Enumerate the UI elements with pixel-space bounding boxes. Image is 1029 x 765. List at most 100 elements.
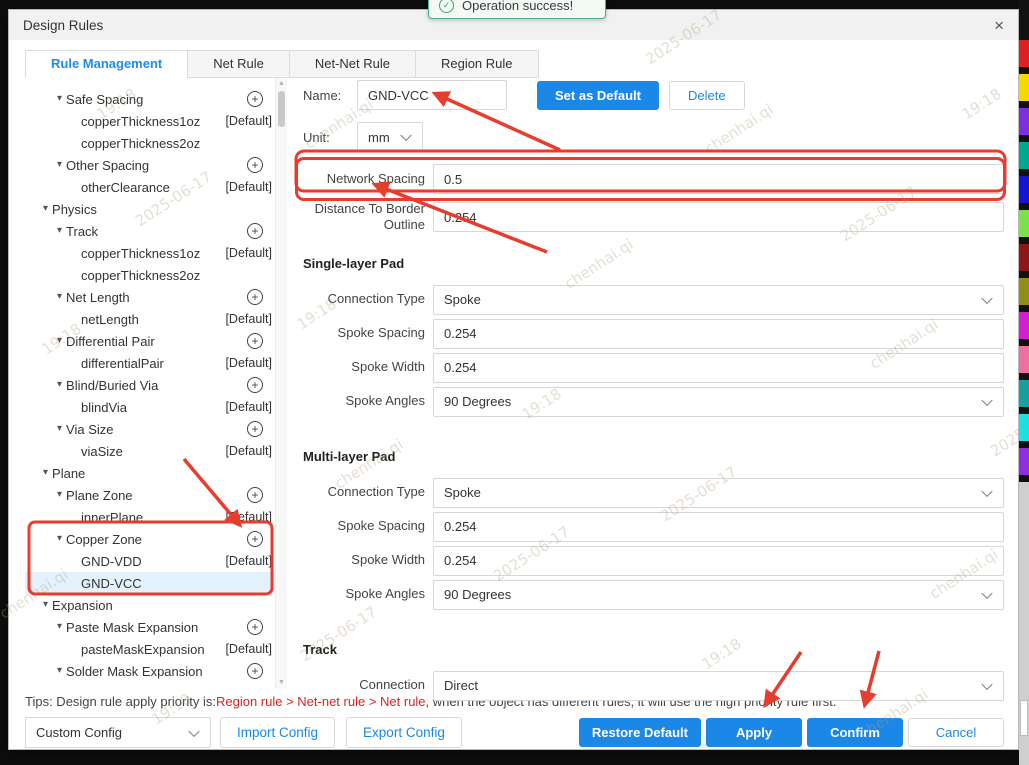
add-icon[interactable] bbox=[247, 377, 263, 393]
spoke-angles-select[interactable]: 90 Degrees bbox=[433, 387, 1004, 417]
tree-item-track[interactable]: Track bbox=[25, 220, 275, 242]
expand-caret-icon[interactable] bbox=[57, 226, 62, 236]
expand-caret-icon[interactable] bbox=[57, 666, 62, 676]
add-icon[interactable] bbox=[247, 91, 263, 107]
spoke-spacing-input[interactable] bbox=[433, 319, 1004, 349]
add-icon[interactable] bbox=[247, 333, 263, 349]
default-badge: [Default] bbox=[225, 180, 273, 194]
tree-item-other-spacing[interactable]: Other Spacing bbox=[25, 154, 275, 176]
tree-item-physics[interactable]: Physics bbox=[25, 198, 275, 220]
config-select[interactable]: Custom Config bbox=[25, 717, 211, 748]
layer-color-swatch bbox=[1019, 414, 1029, 441]
tree-item-innerplane[interactable]: innerPlane[Default] bbox=[25, 506, 275, 528]
layer-color-swatch bbox=[1019, 176, 1029, 203]
check-circle-icon: ✓ bbox=[439, 0, 454, 13]
spoke-width-label: Spoke Width bbox=[303, 359, 425, 375]
expand-caret-icon[interactable] bbox=[43, 204, 48, 214]
expand-caret-icon[interactable] bbox=[43, 600, 48, 610]
form-row: Connection TypeSpoke bbox=[303, 285, 1004, 315]
connection-type-select[interactable]: Spoke bbox=[433, 478, 1004, 508]
tree-item-copperthickness1oz[interactable]: copperThickness1oz[Default] bbox=[25, 110, 275, 132]
distance-to-border-input[interactable] bbox=[433, 202, 1004, 232]
scroll-up-icon[interactable]: ▲ bbox=[276, 80, 287, 87]
tree-item-gnd-vdd[interactable]: GND-VDD[Default] bbox=[25, 550, 275, 572]
tree-item-copper-zone[interactable]: Copper Zone bbox=[25, 528, 275, 550]
select-value: 90 Degrees bbox=[444, 394, 511, 409]
select-value: mm bbox=[368, 130, 390, 145]
tree-item-netlength[interactable]: netLength[Default] bbox=[25, 308, 275, 330]
tree-item-label: Paste Mask Expansion bbox=[66, 620, 198, 635]
network-spacing-input[interactable] bbox=[433, 164, 1004, 194]
expand-caret-icon[interactable] bbox=[57, 160, 62, 170]
tree-item-differential-pair[interactable]: Differential Pair bbox=[25, 330, 275, 352]
chevron-down-icon bbox=[981, 394, 992, 405]
apply-button[interactable]: Apply bbox=[706, 718, 802, 747]
tree-item-plane[interactable]: Plane bbox=[25, 462, 275, 484]
spoke-width-input[interactable] bbox=[433, 546, 1004, 576]
add-icon[interactable] bbox=[247, 157, 263, 173]
tree-item-label: blindVia bbox=[81, 400, 127, 415]
add-icon[interactable] bbox=[247, 663, 263, 679]
add-icon[interactable] bbox=[247, 487, 263, 503]
tree-scrollbar[interactable]: ▲ ▼ bbox=[275, 78, 287, 688]
tree-item-solder-mask-expansion[interactable]: Solder Mask Expansion bbox=[25, 660, 275, 682]
expand-caret-icon[interactable] bbox=[57, 336, 62, 346]
scrollbar-thumb[interactable] bbox=[278, 91, 285, 127]
tree-item-blind-buried-via[interactable]: Blind/Buried Via bbox=[25, 374, 275, 396]
connection-select[interactable]: Direct bbox=[433, 671, 1004, 701]
expand-caret-icon[interactable] bbox=[57, 622, 62, 632]
tab-region-rule[interactable]: Region Rule bbox=[415, 50, 539, 78]
spoke-spacing-input[interactable] bbox=[433, 512, 1004, 542]
expand-caret-icon[interactable] bbox=[57, 534, 62, 544]
section-title-single-layer-pad: Single-layer Pad bbox=[303, 256, 1004, 271]
tree-item-paste-mask-expansion[interactable]: Paste Mask Expansion bbox=[25, 616, 275, 638]
tab-net-rule[interactable]: Net Rule bbox=[187, 50, 290, 78]
select-value: Spoke bbox=[444, 485, 481, 500]
connection-type-select[interactable]: Spoke bbox=[433, 285, 1004, 315]
expand-caret-icon[interactable] bbox=[43, 468, 48, 478]
tree-item-net-length[interactable]: Net Length bbox=[25, 286, 275, 308]
tree-item-copperthickness2oz[interactable]: copperThickness2oz bbox=[25, 132, 275, 154]
close-icon[interactable]: × bbox=[994, 17, 1004, 34]
tree-item-via-size[interactable]: Via Size bbox=[25, 418, 275, 440]
tree-item-copperthickness2oz[interactable]: copperThickness2oz bbox=[25, 264, 275, 286]
add-icon[interactable] bbox=[247, 421, 263, 437]
cancel-button[interactable]: Cancel bbox=[908, 718, 1004, 747]
tree-item-differentialpair[interactable]: differentialPair[Default] bbox=[25, 352, 275, 374]
restore-default-button[interactable]: Restore Default bbox=[579, 718, 701, 747]
import-config-button[interactable]: Import Config bbox=[220, 717, 335, 748]
expand-caret-icon[interactable] bbox=[57, 94, 62, 104]
unit-select[interactable]: mm bbox=[357, 122, 423, 152]
tree-item-blindvia[interactable]: blindVia[Default] bbox=[25, 396, 275, 418]
tree-item-pastemaskexpansion[interactable]: pasteMaskExpansion[Default] bbox=[25, 638, 275, 660]
add-icon[interactable] bbox=[247, 531, 263, 547]
tree-item-plane-zone[interactable]: Plane Zone bbox=[25, 484, 275, 506]
tree-item-safe-spacing[interactable]: Safe Spacing bbox=[25, 88, 275, 110]
tree-item-gnd-vcc[interactable]: GND-VCC bbox=[25, 572, 275, 594]
add-icon[interactable] bbox=[247, 223, 263, 239]
set-as-default-button[interactable]: Set as Default bbox=[537, 81, 659, 110]
tree-item-label: netLength bbox=[81, 312, 139, 327]
tab-rule-management[interactable]: Rule Management bbox=[25, 50, 188, 78]
tree-item-label: copperThickness1oz bbox=[81, 114, 200, 129]
form-sections: Single-layer PadConnection TypeSpokeSpok… bbox=[303, 256, 1004, 701]
tree-item-expansion[interactable]: Expansion bbox=[25, 594, 275, 616]
export-config-button[interactable]: Export Config bbox=[346, 717, 462, 748]
confirm-button[interactable]: Confirm bbox=[807, 718, 903, 747]
add-icon[interactable] bbox=[247, 289, 263, 305]
tree-item-otherclearance[interactable]: otherClearance[Default] bbox=[25, 176, 275, 198]
tree-item-copperthickness1oz[interactable]: copperThickness1oz[Default] bbox=[25, 242, 275, 264]
expand-caret-icon[interactable] bbox=[57, 380, 62, 390]
expand-caret-icon[interactable] bbox=[57, 424, 62, 434]
expand-caret-icon[interactable] bbox=[57, 490, 62, 500]
tab-net-net-rule[interactable]: Net-Net Rule bbox=[289, 50, 416, 78]
scroll-down-icon[interactable]: ▼ bbox=[276, 679, 287, 686]
tree-item-viasize[interactable]: viaSize[Default] bbox=[25, 440, 275, 462]
spoke-width-input[interactable] bbox=[433, 353, 1004, 383]
name-input[interactable] bbox=[357, 80, 507, 110]
add-icon[interactable] bbox=[247, 619, 263, 635]
spoke-angles-select[interactable]: 90 Degrees bbox=[433, 580, 1004, 610]
delete-button[interactable]: Delete bbox=[669, 81, 745, 110]
expand-caret-icon[interactable] bbox=[57, 292, 62, 302]
select-value: Spoke bbox=[444, 292, 481, 307]
